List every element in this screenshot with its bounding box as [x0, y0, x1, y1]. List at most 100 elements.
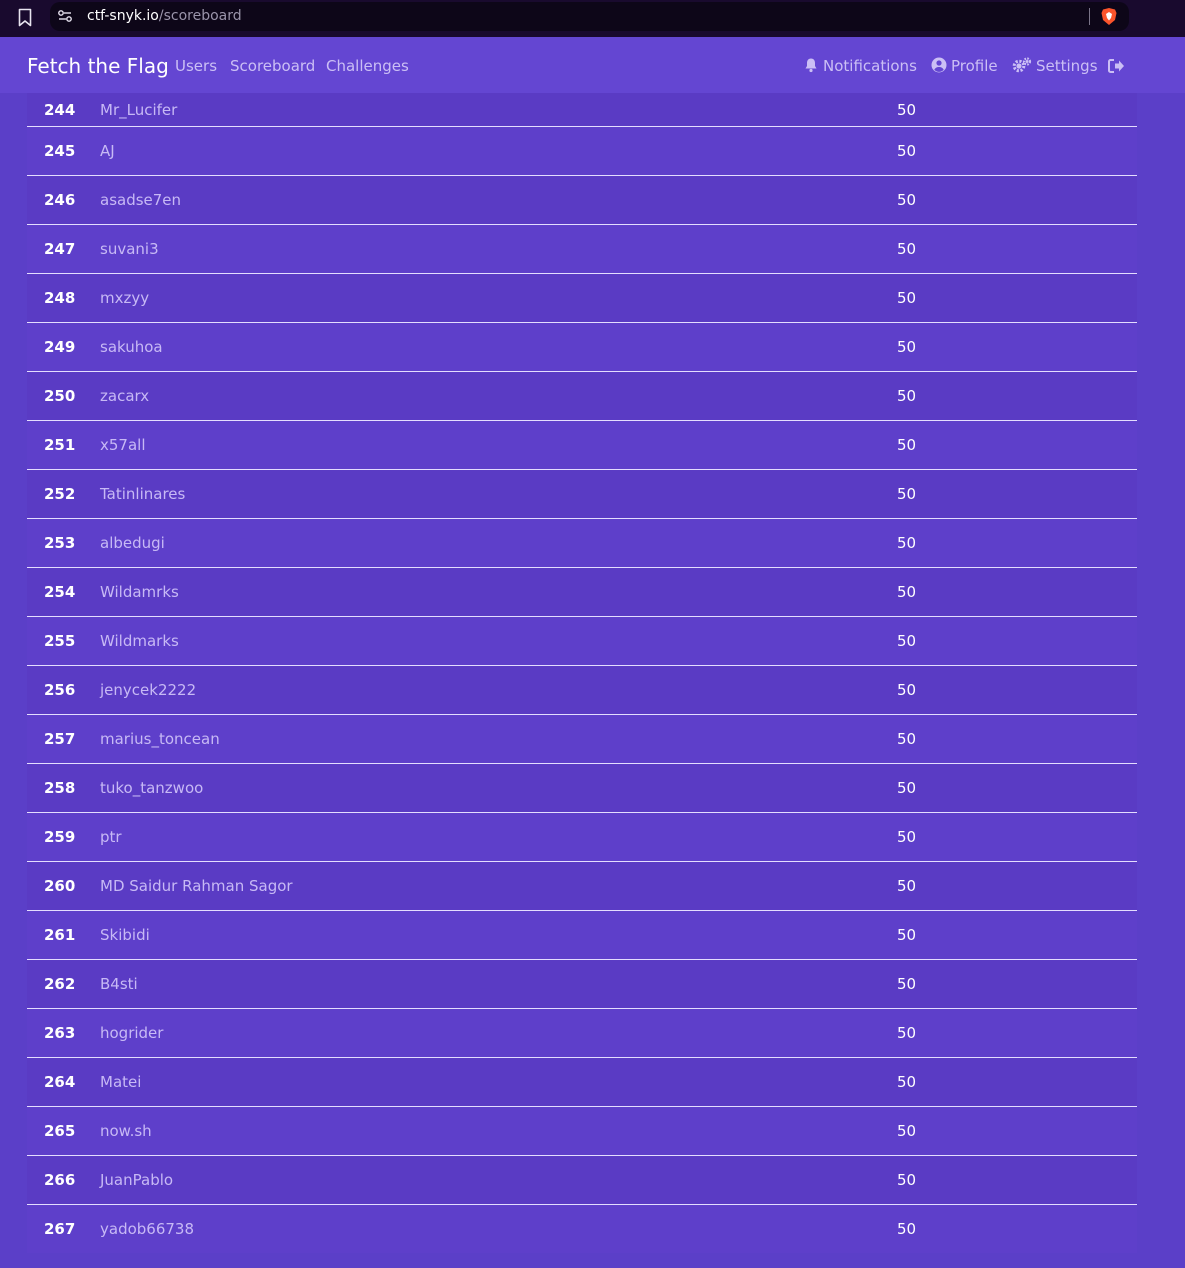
row-score: 50 — [897, 1155, 1137, 1205]
nav-logout[interactable] — [1108, 57, 1125, 77]
row-place: 253 — [27, 518, 100, 568]
row-user-link[interactable]: now.sh — [100, 1106, 897, 1156]
row-score: 50 — [897, 273, 1137, 323]
row-place: 266 — [27, 1155, 100, 1205]
row-user-link[interactable]: ptr — [100, 812, 897, 862]
address-bar[interactable]: ctf-snyk.io/scoreboard — [50, 2, 1129, 31]
row-user-link[interactable]: Wildmarks — [100, 616, 897, 666]
url-host: ctf-snyk.io — [87, 8, 159, 24]
row-user-link[interactable]: hogrider — [100, 1008, 897, 1058]
table-row: 245 AJ 50 — [27, 126, 1137, 176]
row-score: 50 — [897, 1219, 917, 1238]
nav-notifications[interactable]: Notifications — [803, 56, 917, 76]
nav-users[interactable]: Users — [175, 56, 217, 76]
row-place: 262 — [27, 959, 100, 1009]
brave-shield-icon[interactable] — [1100, 7, 1118, 26]
table-row: 258 tuko_tanzwoo 50 — [27, 763, 1137, 813]
nav-profile-label: Profile — [951, 57, 998, 75]
table-row: 256 jenycek2222 50 — [27, 665, 1137, 715]
row-score: 50 — [897, 959, 1137, 1009]
row-place: 246 — [27, 175, 100, 225]
nav-challenges[interactable]: Challenges — [326, 56, 409, 76]
row-user-link[interactable]: AJ — [100, 126, 897, 176]
row-score: 50 — [897, 665, 1137, 715]
row-place: 252 — [27, 469, 100, 519]
row-place: 264 — [27, 1057, 100, 1107]
table-row: 254 Wildamrks 50 — [27, 567, 1137, 617]
row-place: 250 — [27, 371, 100, 421]
row-score: 50 — [897, 616, 1137, 666]
row-place: 261 — [27, 910, 100, 960]
row-score: 50 — [897, 224, 1137, 274]
row-user-link[interactable]: jenycek2222 — [100, 665, 897, 715]
table-row: 249 sakuhoa 50 — [27, 322, 1137, 372]
row-user-link[interactable]: suvani3 — [100, 224, 897, 274]
row-user-link[interactable]: MD Saidur Rahman Sagor — [100, 861, 897, 911]
row-score: 50 — [897, 469, 1137, 519]
row-score: 50 — [897, 567, 1137, 617]
table-row: 255 Wildmarks 50 — [27, 616, 1137, 666]
row-user-link[interactable]: Skibidi — [100, 910, 897, 960]
row-score: 50 — [897, 1106, 1137, 1156]
row-user-link[interactable]: mxzyy — [100, 273, 897, 323]
row-score: 50 — [897, 1057, 1137, 1107]
nav-scoreboard[interactable]: Scoreboard — [230, 56, 315, 76]
row-place: 265 — [27, 1106, 100, 1156]
row-place: 245 — [27, 126, 100, 176]
nav-settings[interactable]: Settings — [1012, 56, 1098, 76]
row-place: 249 — [27, 322, 100, 372]
table-row: 246 asadse7en 50 — [27, 175, 1137, 225]
row-user-link[interactable]: tuko_tanzwoo — [100, 763, 897, 813]
row-user-link[interactable]: zacarx — [100, 371, 897, 421]
row-place: 257 — [27, 714, 100, 764]
table-row: 247 suvani3 50 — [27, 224, 1137, 274]
table-row: 248 mxzyy 50 — [27, 273, 1137, 323]
row-user-link[interactable]: Tatinlinares — [100, 469, 897, 519]
table-row: 253 albedugi 50 — [27, 518, 1137, 568]
row-user-link[interactable]: marius_toncean — [100, 714, 897, 764]
row-place: 263 — [27, 1008, 100, 1058]
table-row: 260 MD Saidur Rahman Sagor 50 — [27, 861, 1137, 911]
row-score: 50 — [897, 322, 1137, 372]
row-user-link[interactable]: Wildamrks — [100, 567, 897, 617]
row-score: 50 — [897, 93, 1137, 127]
row-score: 50 — [897, 861, 1137, 911]
url-text[interactable]: ctf-snyk.io/scoreboard — [87, 7, 242, 25]
row-score: 50 — [897, 420, 1137, 470]
row-place: 248 — [27, 273, 100, 323]
site-info-icon[interactable] — [58, 9, 72, 23]
row-place: 267 — [44, 1219, 76, 1238]
brand-title[interactable]: Fetch the Flag — [27, 53, 169, 79]
row-place: 259 — [27, 812, 100, 862]
row-score: 50 — [897, 371, 1137, 421]
nav-profile[interactable]: Profile — [931, 56, 998, 76]
row-score: 50 — [897, 714, 1137, 764]
row-user-link[interactable]: Matei — [100, 1057, 897, 1107]
row-score: 50 — [897, 910, 1137, 960]
bell-icon — [805, 58, 817, 73]
row-user-link[interactable]: B4sti — [100, 959, 897, 1009]
row-place: 244 — [27, 93, 100, 127]
table-row: 250 zacarx 50 — [27, 371, 1137, 421]
row-place: 255 — [27, 616, 100, 666]
bookmark-icon[interactable] — [18, 8, 32, 27]
row-user-link[interactable]: x57all — [100, 420, 897, 470]
row-user-link[interactable]: sakuhoa — [100, 322, 897, 372]
table-row: 257 marius_toncean 50 — [27, 714, 1137, 764]
logout-icon — [1108, 59, 1124, 73]
scoreboard-body: 244 Mr_Lucifer 50 245 AJ 50 246 asadse7e… — [27, 93, 1137, 1253]
row-score: 50 — [897, 763, 1137, 813]
row-score: 50 — [897, 1008, 1137, 1058]
nav-notifications-label: Notifications — [823, 57, 917, 75]
user-circle-icon — [931, 57, 947, 73]
table-row: 265 now.sh 50 — [27, 1106, 1137, 1156]
row-user-link[interactable]: JuanPablo — [100, 1155, 897, 1205]
table-row: 266 JuanPablo 50 — [27, 1155, 1137, 1205]
row-score: 50 — [897, 518, 1137, 568]
table-row: 252 Tatinlinares 50 — [27, 469, 1137, 519]
row-user-link[interactable]: yadob66738 — [100, 1204, 897, 1253]
row-user-link[interactable]: Mr_Lucifer — [100, 93, 897, 127]
row-place: 247 — [27, 224, 100, 274]
row-user-link[interactable]: albedugi — [100, 518, 897, 568]
row-user-link[interactable]: asadse7en — [100, 175, 897, 225]
